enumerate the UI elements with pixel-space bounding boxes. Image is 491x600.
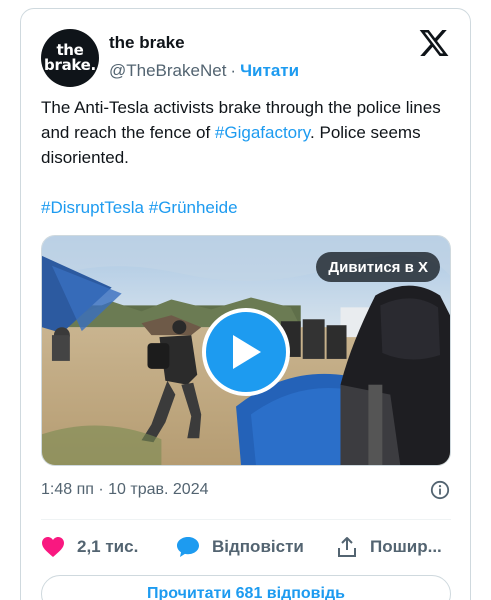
- hashtag-gigafactory[interactable]: #Gigafactory: [215, 123, 310, 142]
- separator-dot: ·: [230, 61, 237, 80]
- x-logo-icon[interactable]: [418, 27, 450, 59]
- author-handle[interactable]: @TheBrakeNet: [109, 61, 226, 80]
- divider: [41, 519, 451, 520]
- read-replies-button[interactable]: Прочитати 681 відповідь: [41, 575, 451, 600]
- handle-row: @TheBrakeNet · Читати: [109, 61, 299, 81]
- like-button[interactable]: 2,1 тис.: [41, 527, 138, 567]
- tweet-text: The Anti-Tesla activists brake through t…: [41, 95, 461, 170]
- share-button[interactable]: Пошир...: [336, 527, 442, 567]
- action-bar: 2,1 тис. Відповісти Пошир...: [41, 527, 461, 567]
- hashtag-grunheide[interactable]: #Grünheide: [149, 198, 238, 217]
- watch-on-x-badge[interactable]: Дивитися в X: [316, 252, 440, 282]
- avatar[interactable]: the brake.: [41, 29, 99, 87]
- hashtag-disrupttesla[interactable]: #DisruptTesla: [41, 198, 144, 217]
- heart-icon: [42, 537, 64, 557]
- video-thumbnail[interactable]: Дивитися в X: [41, 235, 451, 466]
- share-icon: [338, 537, 356, 557]
- reply-button[interactable]: Відповісти: [176, 527, 304, 567]
- follow-button[interactable]: Читати: [240, 61, 299, 80]
- tweet-timestamp[interactable]: 1:48 пп · 10 трав. 2024: [41, 481, 208, 499]
- info-icon[interactable]: [430, 480, 450, 500]
- play-icon: [233, 335, 261, 369]
- share-label: Пошир...: [370, 537, 442, 556]
- like-count: 2,1 тис.: [77, 537, 139, 556]
- play-button[interactable]: [202, 308, 290, 396]
- reply-bubble-icon: [177, 537, 199, 557]
- tweet-card: the brake. the brake @TheBrakeNet · Читати…: [20, 8, 471, 600]
- hashtag-row: #DisruptTesla #Grünheide: [41, 195, 238, 220]
- author-name[interactable]: the brake: [109, 33, 185, 53]
- reply-label: Відповісти: [212, 537, 304, 556]
- avatar-text-line2: brake.: [44, 56, 96, 74]
